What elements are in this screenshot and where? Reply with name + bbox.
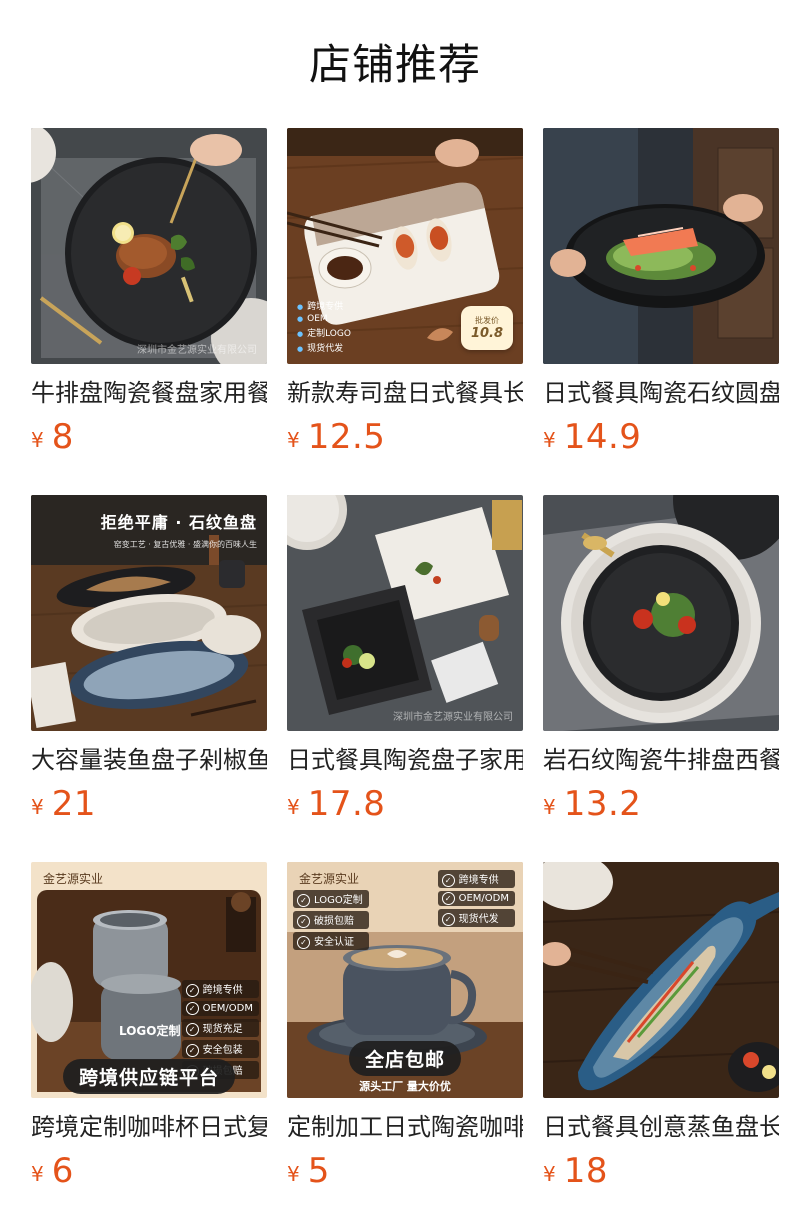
product-name[interactable]: 日式餐具创意蒸鱼盘长 [543, 1112, 779, 1142]
product-price: ¥ 6 [31, 1154, 267, 1188]
currency-symbol: ¥ [31, 795, 44, 819]
price-amount: 17.8 [307, 784, 386, 824]
currency-symbol: ¥ [31, 428, 44, 452]
product-image[interactable]: 深圳市金艺源实业有限公司 [287, 495, 523, 731]
product-price: ¥ 14.9 [543, 420, 779, 454]
coffee-photo [287, 862, 523, 1098]
product-price: ¥ 8 [31, 420, 267, 454]
sushi-plate-photo [287, 128, 523, 364]
product-price: ¥ 18 [543, 1154, 779, 1188]
product-image[interactable]: 金艺源实业 跨境专供 OEM/ODM 现货充足 安全包装 破损包赔 LOGO定制… [31, 862, 267, 1098]
product-price: ¥ 21 [31, 787, 267, 821]
price-amount: 8 [51, 417, 74, 457]
currency-symbol: ¥ [543, 1162, 556, 1186]
product-grid: 深圳市金艺源实业有限公司 牛排盘陶瓷餐盘家用餐具 ¥ 8 [0, 128, 790, 1229]
salmon-plate-photo [543, 128, 779, 364]
product-card[interactable]: 日式餐具陶瓷石纹圆盘 ¥ 14.9 [543, 128, 779, 495]
steak-plate-photo [31, 128, 267, 364]
product-card[interactable]: 拒绝平庸 · 石纹鱼盘 窑变工艺 · 复古优雅 · 盛满你的百味人生 大容量装鱼… [31, 495, 267, 862]
cups-photo [31, 862, 267, 1098]
product-card[interactable]: 金艺源实业 跨境专供 OEM/ODM 现货充足 安全包装 破损包赔 LOGO定制… [31, 862, 267, 1229]
product-card[interactable]: 深圳市金艺源实业有限公司 牛排盘陶瓷餐盘家用餐具 ¥ 8 [31, 128, 267, 495]
rock-plate-photo [543, 495, 779, 731]
product-image[interactable]: 跨境专供 OEM 定制LOGO 现货代发 批发价 10.8 [287, 128, 523, 364]
product-card[interactable]: 深圳市金艺源实业有限公司 日式餐具陶瓷盘子家用 ¥ 17.8 [287, 495, 523, 862]
currency-symbol: ¥ [31, 1162, 44, 1186]
price-amount: 13.2 [563, 784, 642, 824]
product-image[interactable]: 深圳市金艺源实业有限公司 [31, 128, 267, 364]
currency-symbol: ¥ [287, 795, 300, 819]
currency-symbol: ¥ [543, 428, 556, 452]
product-name[interactable]: 定制加工日式陶瓷咖啡杯 [287, 1112, 523, 1142]
product-name[interactable]: 大容量装鱼盘子剁椒鱼头 [31, 745, 267, 775]
product-image[interactable]: 金艺源实业 LOGO定制 破损包赔 安全认证 跨境专供 OEM/ODM 现货代发… [287, 862, 523, 1098]
product-name[interactable]: 新款寿司盘日式餐具长方 [287, 378, 523, 408]
product-card[interactable]: 岩石纹陶瓷牛排盘西餐 ¥ 13.2 [543, 495, 779, 862]
product-price: ¥ 13.2 [543, 787, 779, 821]
product-image[interactable]: 拒绝平庸 · 石纹鱼盘 窑变工艺 · 复古优雅 · 盛满你的百味人生 [31, 495, 267, 731]
product-name[interactable]: 岩石纹陶瓷牛排盘西餐 [543, 745, 779, 775]
product-name[interactable]: 跨境定制咖啡杯日式复古 [31, 1112, 267, 1142]
product-price: ¥ 12.5 [287, 420, 523, 454]
page-title: 店铺推荐 [308, 39, 481, 89]
product-image[interactable] [543, 862, 779, 1098]
fish-shaped-plate-photo [543, 862, 779, 1098]
product-card[interactable]: 金艺源实业 LOGO定制 破损包赔 安全认证 跨境专供 OEM/ODM 现货代发… [287, 862, 523, 1229]
price-amount: 18 [563, 1151, 608, 1191]
page-header: 店铺推荐 [0, 0, 790, 128]
price-amount: 14.9 [563, 417, 642, 457]
currency-symbol: ¥ [543, 795, 556, 819]
fish-plates-photo [31, 495, 267, 731]
product-name[interactable]: 日式餐具陶瓷石纹圆盘 [543, 378, 779, 408]
product-image[interactable] [543, 128, 779, 364]
product-name[interactable]: 牛排盘陶瓷餐盘家用餐具 [31, 378, 267, 408]
price-amount: 21 [51, 784, 96, 824]
square-plates-photo [287, 495, 523, 731]
product-price: ¥ 17.8 [287, 787, 523, 821]
price-amount: 12.5 [307, 417, 386, 457]
product-price: ¥ 5 [287, 1154, 523, 1188]
product-card[interactable]: 日式餐具创意蒸鱼盘长 ¥ 18 [543, 862, 779, 1229]
price-amount: 6 [51, 1151, 74, 1191]
currency-symbol: ¥ [287, 1162, 300, 1186]
product-card[interactable]: 跨境专供 OEM 定制LOGO 现货代发 批发价 10.8 新款寿司盘日式餐具长… [287, 128, 523, 495]
currency-symbol: ¥ [287, 428, 300, 452]
product-name[interactable]: 日式餐具陶瓷盘子家用 [287, 745, 523, 775]
product-image[interactable] [543, 495, 779, 731]
price-amount: 5 [307, 1151, 330, 1191]
